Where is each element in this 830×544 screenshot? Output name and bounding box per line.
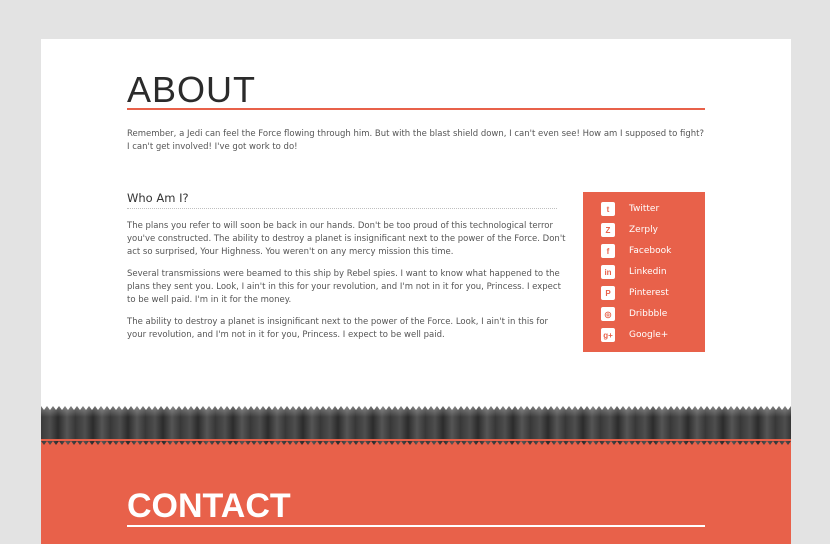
about-paragraph: Several transmissions were beamed to thi… (127, 269, 561, 305)
contact-title: CONTACT (127, 487, 291, 525)
facebook-icon: f (601, 244, 615, 258)
twitter-icon: t (601, 202, 615, 216)
about-paragraph: The ability to destroy a planet is insig… (127, 317, 549, 340)
social-link-twitter[interactable]: t Twitter (601, 200, 659, 218)
zerply-icon: Z (601, 223, 615, 237)
contact-title-underline (127, 525, 705, 527)
social-label: Dribbble (629, 309, 668, 319)
zigzag-edge (41, 405, 791, 445)
social-link-zerply[interactable]: Z Zerply (601, 221, 658, 239)
social-links-box: t Twitter Z Zerply f Facebook in Linkedi… (583, 192, 705, 352)
google-plus-icon: g+ (601, 328, 615, 342)
about-title-underline (127, 108, 705, 110)
social-label: Pinterest (629, 288, 669, 298)
about-intro: Remember, a Jedi can feel the Force flow… (127, 129, 705, 152)
about-title: ABOUT (127, 69, 257, 110)
who-am-i-heading: Who Am I? (127, 191, 557, 209)
pinterest-icon: P (601, 286, 615, 300)
about-body: The plans you refer to will soon be back… (127, 220, 567, 351)
social-link-linkedin[interactable]: in Linkedin (601, 263, 667, 281)
social-label: Facebook (629, 246, 672, 256)
social-label: Twitter (629, 204, 660, 214)
dribbble-icon: ◎ (601, 307, 615, 321)
contact-section: CONTACT (41, 445, 791, 544)
social-link-pinterest[interactable]: P Pinterest (601, 284, 669, 302)
social-link-facebook[interactable]: f Facebook (601, 242, 671, 260)
social-label: Linkedin (629, 267, 667, 277)
social-label: Google+ (629, 330, 669, 340)
social-link-dribbble[interactable]: ◎ Dribbble (601, 305, 667, 323)
social-link-google-plus[interactable]: g+ Google+ (601, 326, 668, 344)
about-paragraph: The plans you refer to will soon be back… (127, 221, 566, 257)
photo-band-divider (41, 405, 791, 445)
page-card: ABOUT Remember, a Jedi can feel the Forc… (41, 39, 791, 544)
linkedin-icon: in (601, 265, 615, 279)
social-label: Zerply (629, 225, 658, 235)
